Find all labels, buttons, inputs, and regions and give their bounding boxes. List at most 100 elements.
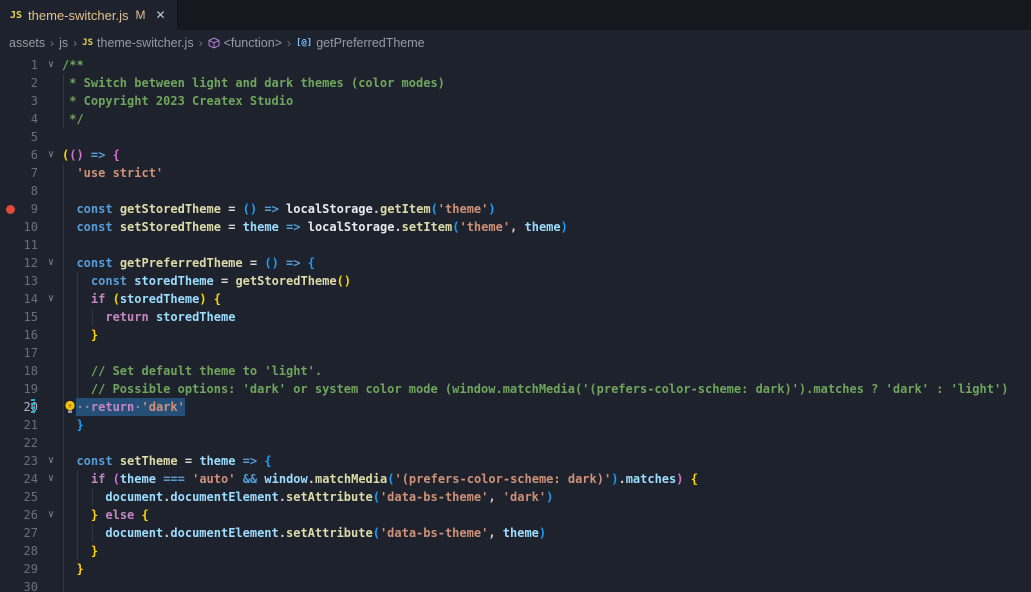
- code-line-23[interactable]: 23∨ const setTheme = theme => {: [0, 452, 1031, 470]
- token: [149, 310, 156, 324]
- line-number[interactable]: 13: [0, 272, 38, 290]
- token: (): [337, 274, 351, 288]
- token: [62, 544, 91, 558]
- line-number[interactable]: 1: [0, 56, 38, 74]
- code-line-22[interactable]: 22: [0, 434, 1031, 452]
- line-number[interactable]: 25: [0, 488, 38, 506]
- line-number[interactable]: 29: [0, 560, 38, 578]
- code-line-5[interactable]: 5: [0, 128, 1031, 146]
- line-number[interactable]: 5: [0, 128, 38, 146]
- code-line-1[interactable]: 1∨/**: [0, 56, 1031, 74]
- code-line-21[interactable]: 21 }: [0, 416, 1031, 434]
- token: [62, 454, 76, 468]
- breadcrumb-item-function[interactable]: <function>: [208, 36, 282, 50]
- code-line-17[interactable]: 17: [0, 344, 1031, 362]
- line-number[interactable]: 11: [0, 236, 38, 254]
- code-line-12[interactable]: 12∨ const getPreferredTheme = () => {: [0, 254, 1031, 272]
- code-line-27[interactable]: 27 document.documentElement.setAttribute…: [0, 524, 1031, 542]
- code-line-25[interactable]: 25 document.documentElement.setAttribute…: [0, 488, 1031, 506]
- token: localStorage: [308, 220, 395, 234]
- line-number[interactable]: 18: [0, 362, 38, 380]
- fold-chevron-icon[interactable]: ∨: [44, 56, 58, 74]
- token: (): [69, 148, 83, 162]
- code-line-14[interactable]: 14∨ if (storedTheme) {: [0, 290, 1031, 308]
- line-number[interactable]: 15: [0, 308, 38, 326]
- code-line-26[interactable]: 26∨ } else {: [0, 506, 1031, 524]
- code-line-7[interactable]: 7 'use strict': [0, 164, 1031, 182]
- code-line-18[interactable]: 18 // Set default theme to 'light'.: [0, 362, 1031, 380]
- line-number[interactable]: 23: [0, 452, 38, 470]
- token: [62, 202, 76, 216]
- line-number[interactable]: 8: [0, 182, 38, 200]
- token: theme: [199, 454, 235, 468]
- token: getPreferredTheme: [120, 256, 243, 270]
- line-number[interactable]: 27: [0, 524, 38, 542]
- code-line-11[interactable]: 11: [0, 236, 1031, 254]
- token: [62, 526, 105, 540]
- token: storedTheme: [134, 274, 213, 288]
- breadcrumb-item-js[interactable]: js: [59, 36, 68, 50]
- token: setAttribute: [286, 526, 373, 540]
- token: {: [264, 454, 271, 468]
- code-line-9[interactable]: 9 const getStoredTheme = () => localStor…: [0, 200, 1031, 218]
- line-number[interactable]: 4: [0, 110, 38, 128]
- line-number[interactable]: 22: [0, 434, 38, 452]
- code-line-15[interactable]: 15 return storedTheme: [0, 308, 1031, 326]
- breadcrumb-label: theme-switcher.js: [97, 36, 194, 50]
- code-editor[interactable]: 1∨/**2 * Switch between light and dark t…: [0, 56, 1031, 592]
- code-line-8[interactable]: 8: [0, 182, 1031, 200]
- breadcrumb-item-getpreferredtheme[interactable]: [@]getPreferredTheme: [296, 36, 425, 50]
- code-text: // Set default theme to 'light'.: [62, 362, 322, 380]
- line-number[interactable]: 17: [0, 344, 38, 362]
- close-icon[interactable]: ✕: [155, 8, 165, 22]
- line-number[interactable]: 30: [0, 578, 38, 592]
- code-line-4[interactable]: 4 */: [0, 110, 1031, 128]
- fold-chevron-icon[interactable]: ∨: [44, 470, 58, 488]
- token: .: [618, 472, 625, 486]
- line-number[interactable]: 16: [0, 326, 38, 344]
- token: [279, 202, 286, 216]
- code-line-2[interactable]: 2 * Switch between light and dark themes…: [0, 74, 1031, 92]
- line-number[interactable]: 14: [0, 290, 38, 308]
- code-line-13[interactable]: 13 const storedTheme = getStoredTheme(): [0, 272, 1031, 290]
- line-number[interactable]: 26: [0, 506, 38, 524]
- breadcrumb-item-assets[interactable]: assets: [9, 36, 45, 50]
- token: matchMedia: [315, 472, 387, 486]
- code-text: }: [62, 542, 98, 560]
- token: }: [91, 328, 98, 342]
- code-line-16[interactable]: 16 }: [0, 326, 1031, 344]
- token: 'dark': [503, 490, 546, 504]
- fold-chevron-icon[interactable]: ∨: [44, 254, 58, 272]
- token: [105, 148, 112, 162]
- line-number[interactable]: 28: [0, 542, 38, 560]
- fold-chevron-icon[interactable]: ∨: [44, 506, 58, 524]
- breadcrumb-separator-icon: ›: [199, 36, 203, 50]
- code-line-29[interactable]: 29 }: [0, 560, 1031, 578]
- line-number[interactable]: 12: [0, 254, 38, 272]
- breadcrumb-item-themeswitcherjs[interactable]: JStheme-switcher.js: [82, 36, 193, 50]
- breakpoint-icon[interactable]: [6, 205, 15, 214]
- code-line-24[interactable]: 24∨ if (theme === 'auto' && window.match…: [0, 470, 1031, 488]
- code-line-19[interactable]: 19 // Possible options: 'dark' or system…: [0, 380, 1031, 398]
- line-number[interactable]: 19: [0, 380, 38, 398]
- code-line-3[interactable]: 3 * Copyright 2023 Createx Studio: [0, 92, 1031, 110]
- fold-chevron-icon[interactable]: ∨: [44, 290, 58, 308]
- line-number[interactable]: 6: [0, 146, 38, 164]
- token: ): [676, 472, 683, 486]
- fold-chevron-icon[interactable]: ∨: [44, 452, 58, 470]
- token: ): [539, 526, 546, 540]
- line-number[interactable]: 21: [0, 416, 38, 434]
- line-number[interactable]: 10: [0, 218, 38, 236]
- code-line-10[interactable]: 10 const setStoredTheme = theme => local…: [0, 218, 1031, 236]
- code-line-30[interactable]: 30: [0, 578, 1031, 592]
- code-text: const setStoredTheme = theme => localSto…: [62, 218, 568, 236]
- line-number[interactable]: 2: [0, 74, 38, 92]
- line-number[interactable]: 24: [0, 470, 38, 488]
- code-line-20[interactable]: 20 ··return·'dark': [0, 398, 1031, 416]
- tab-theme-switcher[interactable]: JS theme-switcher.js M ✕: [0, 0, 178, 30]
- code-line-6[interactable]: 6∨(() => {: [0, 146, 1031, 164]
- fold-chevron-icon[interactable]: ∨: [44, 146, 58, 164]
- code-line-28[interactable]: 28 }: [0, 542, 1031, 560]
- line-number[interactable]: 7: [0, 164, 38, 182]
- line-number[interactable]: 3: [0, 92, 38, 110]
